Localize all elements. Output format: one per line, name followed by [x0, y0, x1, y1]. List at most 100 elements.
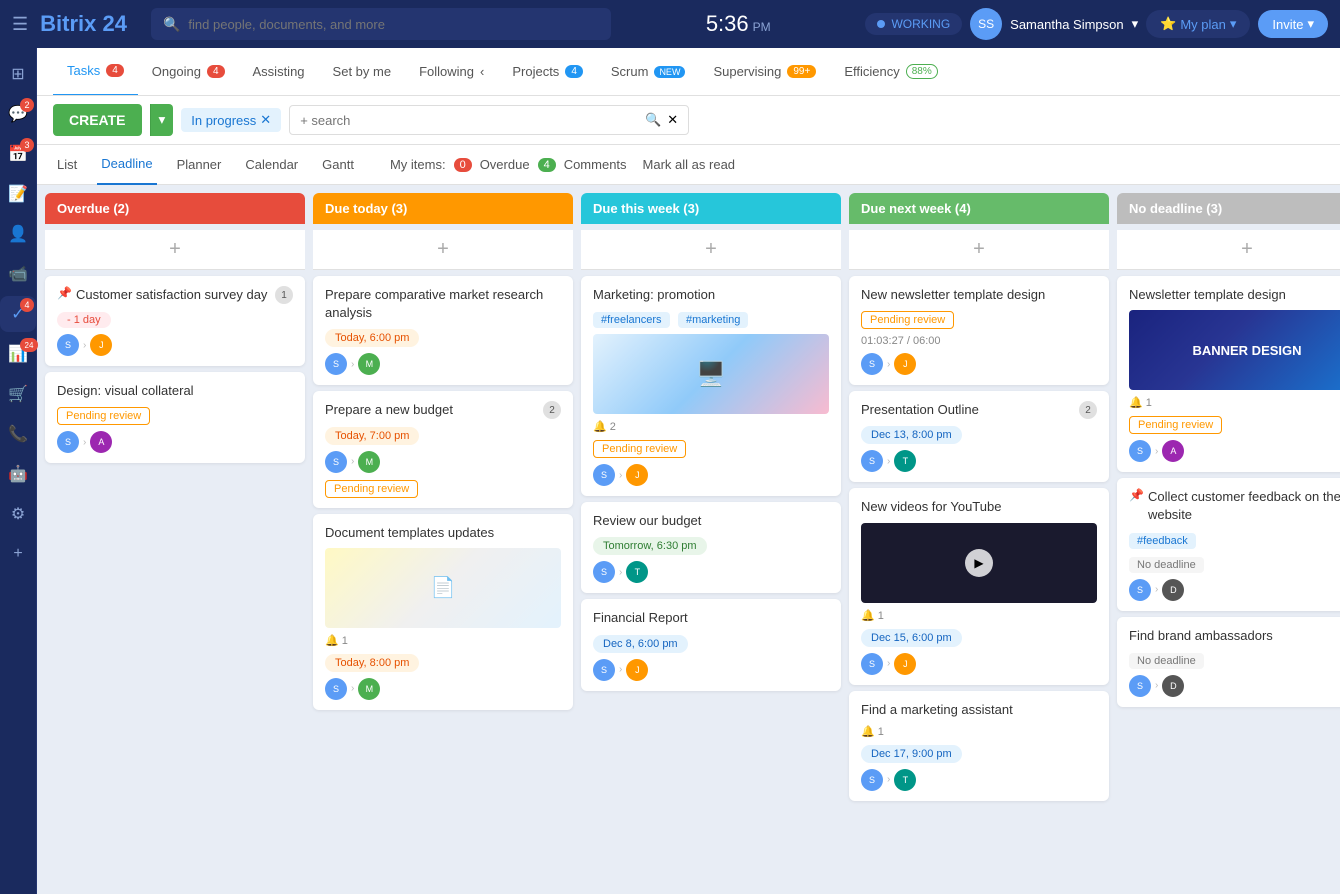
- tab-projects[interactable]: Projects 4: [498, 48, 597, 96]
- sidebar-item-chat[interactable]: 💬2: [0, 96, 36, 132]
- sidebar-item-persons[interactable]: 👤: [0, 216, 36, 252]
- filter-chip[interactable]: In progress ✕: [181, 108, 281, 132]
- avatar: S: [861, 769, 883, 791]
- close-icon[interactable]: ✕: [667, 112, 678, 128]
- user-info[interactable]: SS Samantha Simpson ▾: [970, 8, 1138, 40]
- table-row[interactable]: Prepare a new budget 2 Today, 7:00 pm S …: [313, 391, 573, 507]
- table-row[interactable]: Financial Report Dec 8, 6:00 pm S › J: [581, 599, 841, 690]
- kanban-col-no-deadline: No deadline (3) + Newsletter template de…: [1117, 193, 1340, 886]
- tab-ongoing[interactable]: Ongoing 4: [138, 48, 239, 96]
- tab-efficiency[interactable]: Efficiency 88%: [830, 48, 951, 96]
- table-row[interactable]: 📌 Customer satisfaction survey day 1 - 1…: [45, 276, 305, 366]
- view-tab-deadline[interactable]: Deadline: [97, 145, 156, 185]
- filter-close-icon[interactable]: ✕: [260, 112, 271, 128]
- tab-assisting[interactable]: Assisting: [239, 48, 319, 96]
- avatar: A: [1162, 440, 1184, 462]
- overdue-badge[interactable]: 0: [454, 158, 472, 172]
- sidebar-item-chart[interactable]: 📊24: [0, 336, 36, 372]
- scrum-badge: NEW: [654, 66, 685, 78]
- avatar: M: [358, 353, 380, 375]
- table-row[interactable]: 📌 Collect customer feedback on the websi…: [1117, 478, 1340, 610]
- table-row[interactable]: Design: visual collateral Pending review…: [45, 372, 305, 463]
- efficiency-badge: 88%: [906, 64, 938, 79]
- sidebar-item-calendar[interactable]: 📅3: [0, 136, 36, 172]
- table-row[interactable]: Find a marketing assistant 🔔 1 Dec 17, 9…: [849, 691, 1109, 801]
- card-date: Dec 17, 9:00 pm: [861, 745, 962, 763]
- tab-tasks[interactable]: Tasks 4: [53, 48, 138, 96]
- time-value: 5:36: [706, 11, 749, 37]
- avatar: S: [57, 334, 79, 356]
- sidebar-item-grid[interactable]: ⊞: [0, 56, 36, 92]
- arrow-sep: ›: [887, 774, 890, 785]
- search-input[interactable]: [188, 17, 599, 32]
- arrow-sep: ›: [1155, 446, 1158, 457]
- view-tab-list[interactable]: List: [53, 145, 81, 185]
- avatar: S: [325, 451, 347, 473]
- my-plan-button[interactable]: ⭐ My plan ▾: [1146, 10, 1250, 38]
- view-tab-calendar[interactable]: Calendar: [241, 145, 302, 185]
- play-button-icon: ▶: [965, 549, 993, 577]
- table-row[interactable]: Prepare comparative market research anal…: [313, 276, 573, 385]
- sidebar-item-video[interactable]: 📹: [0, 256, 36, 292]
- avatar: D: [1162, 579, 1184, 601]
- avatar: M: [358, 451, 380, 473]
- view-tab-gantt[interactable]: Gantt: [318, 145, 358, 185]
- pending-review-badge: Pending review: [325, 480, 418, 498]
- working-dot: [877, 20, 885, 28]
- col-add-overdue[interactable]: +: [45, 230, 305, 270]
- sidebar-item-robot[interactable]: 🤖: [0, 456, 36, 492]
- col-header-next-week: Due next week (4): [849, 193, 1109, 224]
- comments-badge[interactable]: 4: [538, 158, 556, 172]
- table-row[interactable]: New newsletter template design Pending r…: [849, 276, 1109, 385]
- table-row[interactable]: Document templates updates 📄 🔔 1 Today, …: [313, 514, 573, 710]
- avatar: J: [894, 653, 916, 675]
- tab-efficiency-label: Efficiency: [844, 64, 899, 79]
- invite-button[interactable]: Invite ▾: [1258, 10, 1328, 38]
- search-filter[interactable]: 🔍 ✕: [289, 105, 689, 135]
- card-count: 🔔 1: [325, 634, 561, 647]
- table-row[interactable]: Newsletter template design BANNER DESIGN…: [1117, 276, 1340, 472]
- arrow-sep: ›: [83, 340, 86, 351]
- working-label: WORKING: [891, 17, 950, 31]
- col-add-this-week[interactable]: +: [581, 230, 841, 270]
- pending-review-badge: Pending review: [593, 440, 686, 458]
- create-button[interactable]: CREATE: [53, 104, 142, 136]
- sidebar-item-notes[interactable]: 📝: [0, 176, 36, 212]
- table-row[interactable]: Review our budget Tomorrow, 6:30 pm S › …: [581, 502, 841, 593]
- mark-all-button[interactable]: Mark all as read: [643, 157, 735, 172]
- hamburger-icon[interactable]: ☰: [12, 14, 28, 35]
- table-row[interactable]: Presentation Outline 2 Dec 13, 8:00 pm S…: [849, 391, 1109, 482]
- search-bar[interactable]: 🔍: [151, 8, 611, 40]
- create-dropdown-button[interactable]: ▾: [150, 104, 174, 136]
- sidebar-item-tasks[interactable]: ✓4: [0, 296, 36, 332]
- view-tabs: List Deadline Planner Calendar Gantt My …: [37, 145, 1340, 185]
- tab-scrum[interactable]: Scrum NEW: [597, 48, 700, 96]
- avatar: J: [626, 464, 648, 486]
- search-icon: 🔍: [645, 112, 661, 128]
- card-title: Prepare a new budget: [325, 401, 543, 419]
- tab-setbyme[interactable]: Set by me: [319, 48, 406, 96]
- col-add-next-week[interactable]: +: [849, 230, 1109, 270]
- card-avatars: S › A: [1129, 440, 1340, 462]
- card-avatars: S › J: [861, 653, 1097, 675]
- arrow-sep: ›: [887, 456, 890, 467]
- tab-bar: Tasks 4 Ongoing 4 Assisting Set by me Fo…: [37, 48, 1340, 96]
- card-title: Design: visual collateral: [57, 382, 293, 400]
- working-badge[interactable]: WORKING: [865, 13, 962, 35]
- tab-following[interactable]: Following ‹: [405, 48, 498, 96]
- sidebar-item-shop[interactable]: 🛒: [0, 376, 36, 412]
- sidebar-item-dial[interactable]: 📞: [0, 416, 36, 452]
- table-row[interactable]: New videos for YouTube ▶ 🔔 1 Dec 15, 6:0…: [849, 488, 1109, 684]
- sidebar-item-settings[interactable]: ⚙: [0, 496, 36, 532]
- col-add-no-deadline[interactable]: +: [1117, 230, 1340, 270]
- table-row[interactable]: Find brand ambassadors No deadline S › D: [1117, 617, 1340, 707]
- tasks-badge: 4: [20, 298, 34, 312]
- search-filter-input[interactable]: [300, 113, 639, 128]
- tab-supervising[interactable]: Supervising 99+: [699, 48, 830, 96]
- sidebar-item-add[interactable]: +: [0, 536, 36, 572]
- table-row[interactable]: Marketing: promotion #freelancers #marke…: [581, 276, 841, 496]
- col-add-today[interactable]: +: [313, 230, 573, 270]
- view-tab-planner[interactable]: Planner: [173, 145, 226, 185]
- chart-badge: 24: [20, 338, 38, 352]
- col-header-no-deadline: No deadline (3): [1117, 193, 1340, 224]
